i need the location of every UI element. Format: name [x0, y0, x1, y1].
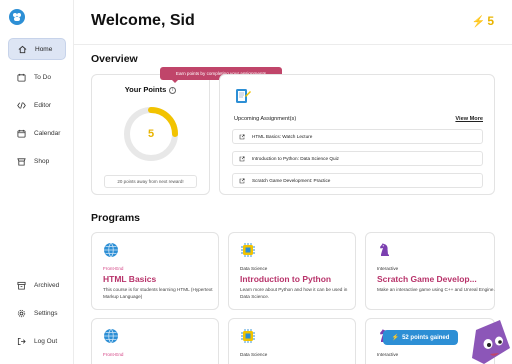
program-category: Interactive — [377, 352, 399, 357]
external-link-icon — [239, 156, 245, 161]
points-card-title: Your Points i — [92, 85, 209, 94]
assignment-item[interactable]: Scratch Game Development: Practice — [232, 173, 483, 188]
overview-title: Overview — [91, 53, 138, 65]
calendar-icon — [16, 128, 26, 138]
mascot-icon — [472, 320, 510, 364]
program-name: HTML Basics — [103, 274, 157, 284]
sidebar-item-home[interactable]: Home — [8, 38, 66, 60]
globe-icon — [104, 328, 118, 344]
assignment-item[interactable]: Introduction to Python: Data Science Qui… — [232, 151, 483, 166]
external-link-icon — [239, 178, 245, 183]
program-category: Data Science — [240, 352, 268, 357]
program-card-html[interactable]: Front-End HTML Basics This course is for… — [91, 232, 219, 310]
sidebar-item-editor[interactable]: Editor — [8, 94, 66, 116]
page-title: Welcome, Sid — [91, 12, 195, 29]
logout-icon — [16, 336, 26, 346]
lightning-icon: ⚡ — [471, 15, 486, 28]
points-gained-toast: ⚡ 52 points gained — [383, 330, 458, 345]
points-value: 5 — [487, 14, 494, 28]
assignment-label: Scratch Game Development: Practice — [252, 178, 331, 183]
view-more-link[interactable]: View More — [455, 116, 483, 122]
chip-icon — [241, 329, 255, 343]
sidebar-item-label: Home — [35, 45, 53, 53]
assignments-card: Upcoming Assignment(s) View More HTML Ba… — [219, 74, 495, 195]
points-card: Your Points i 5 20 points away from next … — [91, 74, 210, 195]
program-card-scratch[interactable]: Interactive Scratch Game Develop... Make… — [365, 232, 495, 310]
program-description: Learn more about Python and how it can b… — [240, 287, 348, 299]
sidebar-item-todo[interactable]: To Do — [8, 66, 66, 88]
program-card[interactable]: Front-End — [91, 318, 219, 364]
assignments-heading: Upcoming Assignment(s) — [234, 116, 297, 122]
toast-label: 52 points gained — [402, 334, 450, 341]
points-ring-value: 5 — [147, 128, 155, 140]
info-icon[interactable]: i — [169, 87, 177, 94]
program-card[interactable]: Data Science — [228, 318, 356, 364]
program-description: This course is for students learning HTM… — [103, 287, 213, 299]
chess-knight-icon — [380, 243, 389, 256]
chip-icon — [241, 243, 255, 257]
app-root: Home To Do Editor Calendar Shop Archived… — [0, 0, 512, 364]
code-icon — [16, 100, 26, 110]
assignment-label: HTML Basics: Watch Lecture — [252, 134, 313, 139]
points-away-text: 20 points away from next reward! — [104, 175, 197, 188]
program-category: Data Science — [240, 266, 268, 271]
shop-icon — [16, 156, 26, 166]
sidebar-item-shop[interactable]: Shop — [8, 150, 66, 172]
globe-icon — [104, 242, 118, 258]
program-category: Front-End — [103, 352, 124, 357]
sidebar-item-settings[interactable]: Settings — [8, 302, 66, 324]
assignment-label: Introduction to Python: Data Science Qui… — [252, 156, 340, 161]
sidebar-item-label: Calendar — [34, 129, 61, 137]
sidebar: Home To Do Editor Calendar Shop Archived… — [0, 0, 74, 364]
program-name: Introduction to Python — [240, 274, 332, 284]
sidebar-item-archived[interactable]: Archived — [8, 274, 66, 296]
program-name: Scratch Game Develop... — [377, 274, 477, 284]
sidebar-item-label: Settings — [34, 309, 58, 317]
sidebar-item-logout[interactable]: Log Out — [8, 330, 66, 352]
gear-icon — [16, 308, 26, 318]
header-divider — [74, 44, 512, 45]
home-icon — [17, 44, 27, 54]
program-category: Front-End — [103, 266, 124, 271]
programs-title: Programs — [91, 212, 141, 224]
lightning-icon: ⚡ — [391, 335, 400, 341]
logo-icon[interactable] — [9, 9, 25, 25]
points-counter[interactable]: ⚡ 5 — [472, 14, 494, 28]
sidebar-item-label: Archived — [34, 281, 60, 289]
assignment-item[interactable]: HTML Basics: Watch Lecture — [232, 129, 483, 144]
program-card-python[interactable]: Data Science Introduction to Python Lear… — [228, 232, 356, 310]
sidebar-item-calendar[interactable]: Calendar — [8, 122, 66, 144]
sidebar-item-label: Shop — [34, 157, 50, 165]
program-category: Interactive — [377, 266, 399, 271]
program-description: Make an interactive game using C++ and U… — [377, 287, 495, 292]
sidebar-item-label: Log Out — [34, 337, 58, 345]
external-link-icon — [239, 134, 245, 139]
archive-icon — [16, 280, 26, 290]
sidebar-item-label: To Do — [34, 73, 51, 81]
sidebar-item-label: Editor — [34, 101, 51, 109]
todo-icon — [16, 72, 26, 82]
assignment-notebook-icon — [236, 89, 251, 103]
